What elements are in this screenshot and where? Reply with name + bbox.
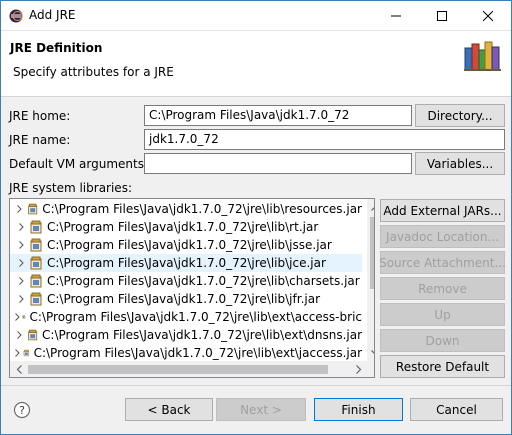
chevron-down-icon xyxy=(371,349,374,354)
minimize-button[interactable] xyxy=(373,1,419,31)
jar-file-icon xyxy=(30,238,42,252)
source-attachment-button[interactable]: Source Attachment... xyxy=(379,251,506,274)
scroll-up-button[interactable] xyxy=(367,199,374,216)
library-path: C:\Program Files\Java\jdk1.7.0_72\jre\li… xyxy=(42,202,362,216)
eclipse-app-icon xyxy=(9,9,23,23)
remove-button[interactable]: Remove xyxy=(380,277,505,300)
library-path: C:\Program Files\Java\jdk1.7.0_72\jre\li… xyxy=(47,238,332,252)
up-button[interactable]: Up xyxy=(380,303,505,326)
library-row[interactable]: C:\Program Files\Java\jdk1.7.0_72\jre\li… xyxy=(10,344,362,362)
scroll-left-button[interactable] xyxy=(10,361,27,377)
expand-chevron-icon[interactable] xyxy=(15,205,25,213)
minimize-icon xyxy=(391,15,401,17)
library-books-icon xyxy=(464,41,501,71)
down-button[interactable]: Down xyxy=(380,329,505,352)
jre-name-input[interactable]: jdk1.7.0_72 xyxy=(144,129,505,150)
horizontal-scrollbar[interactable] xyxy=(10,361,367,377)
chevron-right-icon xyxy=(355,365,361,374)
javadoc-location-button[interactable]: Javadoc Location... xyxy=(380,225,505,248)
chevron-left-icon xyxy=(16,365,22,374)
vertical-scrollbar[interactable] xyxy=(367,199,374,361)
cancel-button[interactable]: Cancel xyxy=(410,398,503,421)
library-row[interactable]: C:\Program Files\Java\jdk1.7.0_72\jre\li… xyxy=(10,272,362,290)
scroll-down-button[interactable] xyxy=(367,344,374,361)
expand-chevron-icon[interactable] xyxy=(15,349,21,357)
maximize-button[interactable] xyxy=(419,1,465,31)
library-path: C:\Program Files\Java\jdk1.7.0_72\jre\li… xyxy=(47,220,319,234)
chevron-up-icon xyxy=(371,206,374,211)
footer-separator xyxy=(1,385,511,386)
expand-chevron-icon[interactable] xyxy=(15,241,27,249)
restore-default-button[interactable]: Restore Default xyxy=(380,355,505,378)
expand-chevron-icon[interactable] xyxy=(15,295,27,303)
back-button[interactable]: < Back xyxy=(125,398,213,421)
library-row[interactable]: C:\Program Files\Java\jdk1.7.0_72\jre\li… xyxy=(10,236,362,254)
close-button[interactable] xyxy=(465,1,511,31)
library-row[interactable]: C:\Program Files\Java\jdk1.7.0_72\jre\li… xyxy=(10,218,362,236)
expand-chevron-icon[interactable] xyxy=(15,259,27,267)
library-path: C:\Program Files\Java\jdk1.7.0_72\jre\li… xyxy=(33,346,362,360)
close-icon xyxy=(483,11,493,21)
library-row[interactable]: C:\Program Files\Java\jdk1.7.0_72\jre\li… xyxy=(10,326,362,344)
library-row[interactable]: C:\Program Files\Java\jdk1.7.0_72\jre\li… xyxy=(10,290,362,308)
library-path: C:\Program Files\Java\jdk1.7.0_72\jre\li… xyxy=(47,292,321,306)
expand-chevron-icon[interactable] xyxy=(15,313,20,321)
library-path: C:\Program Files\Java\jdk1.7.0_72\jre\li… xyxy=(47,256,326,270)
expand-chevron-icon[interactable] xyxy=(15,331,25,339)
jre-home-input[interactable]: C:\Program Files\Java\jdk1.7.0_72 xyxy=(144,105,412,126)
jar-file-icon xyxy=(30,256,42,270)
finish-button[interactable]: Finish xyxy=(314,398,403,421)
jar-file-icon xyxy=(30,292,42,306)
title-bar[interactable]: Add JRE xyxy=(1,1,511,31)
scrollbar-corner xyxy=(367,361,374,377)
next-button[interactable]: Next > xyxy=(216,398,306,421)
jar-file-icon xyxy=(27,329,37,341)
vertical-scroll-thumb[interactable] xyxy=(370,217,374,289)
page-description: Specify attributes for a JRE xyxy=(13,65,174,79)
horizontal-scroll-thumb[interactable] xyxy=(28,365,328,374)
library-row[interactable]: C:\Program Files\Java\jdk1.7.0_72\jre\li… xyxy=(10,254,362,272)
window-title: Add JRE xyxy=(29,8,76,22)
system-libraries-label: JRE system libraries: xyxy=(9,181,132,195)
library-path: C:\Program Files\Java\jdk1.7.0_72\jre\li… xyxy=(29,310,362,324)
page-title: JRE Definition xyxy=(10,41,103,55)
jre-home-label: JRE home: xyxy=(9,109,71,123)
jar-file-icon xyxy=(23,349,29,357)
wizard-header: JRE Definition Specify attributes for a … xyxy=(1,31,511,97)
expand-chevron-icon[interactable] xyxy=(15,223,27,231)
add-external-jars-button[interactable]: Add External JARs... xyxy=(380,199,505,222)
expand-chevron-icon[interactable] xyxy=(15,277,27,285)
library-path: C:\Program Files\Java\jdk1.7.0_72\jre\li… xyxy=(42,328,362,342)
scroll-right-button[interactable] xyxy=(350,361,367,377)
jar-file-icon xyxy=(30,220,42,234)
vm-arguments-input[interactable] xyxy=(144,153,412,174)
svg-text:?: ? xyxy=(19,404,25,417)
add-jre-dialog: Add JRE JRE Definition Specify attribute… xyxy=(0,0,512,435)
library-path: C:\Program Files\Java\jdk1.7.0_72\jre\li… xyxy=(47,274,360,288)
system-libraries-tree[interactable]: C:\Program Files\Java\jdk1.7.0_72\jre\li… xyxy=(9,198,375,378)
jar-file-icon xyxy=(28,203,37,215)
directory-button[interactable]: Directory... xyxy=(415,104,505,127)
vm-arguments-label: Default VM arguments: xyxy=(9,157,149,171)
variables-button[interactable]: Variables... xyxy=(415,152,505,175)
jar-file-icon xyxy=(30,274,42,288)
maximize-icon xyxy=(437,11,447,21)
library-row[interactable]: C:\Program Files\Java\jdk1.7.0_72\jre\li… xyxy=(10,308,362,326)
help-icon[interactable]: ? xyxy=(13,401,31,419)
jre-name-label: JRE name: xyxy=(9,133,71,147)
library-row[interactable]: C:\Program Files\Java\jdk1.7.0_72\jre\li… xyxy=(10,200,362,218)
jar-file-icon xyxy=(22,315,26,319)
